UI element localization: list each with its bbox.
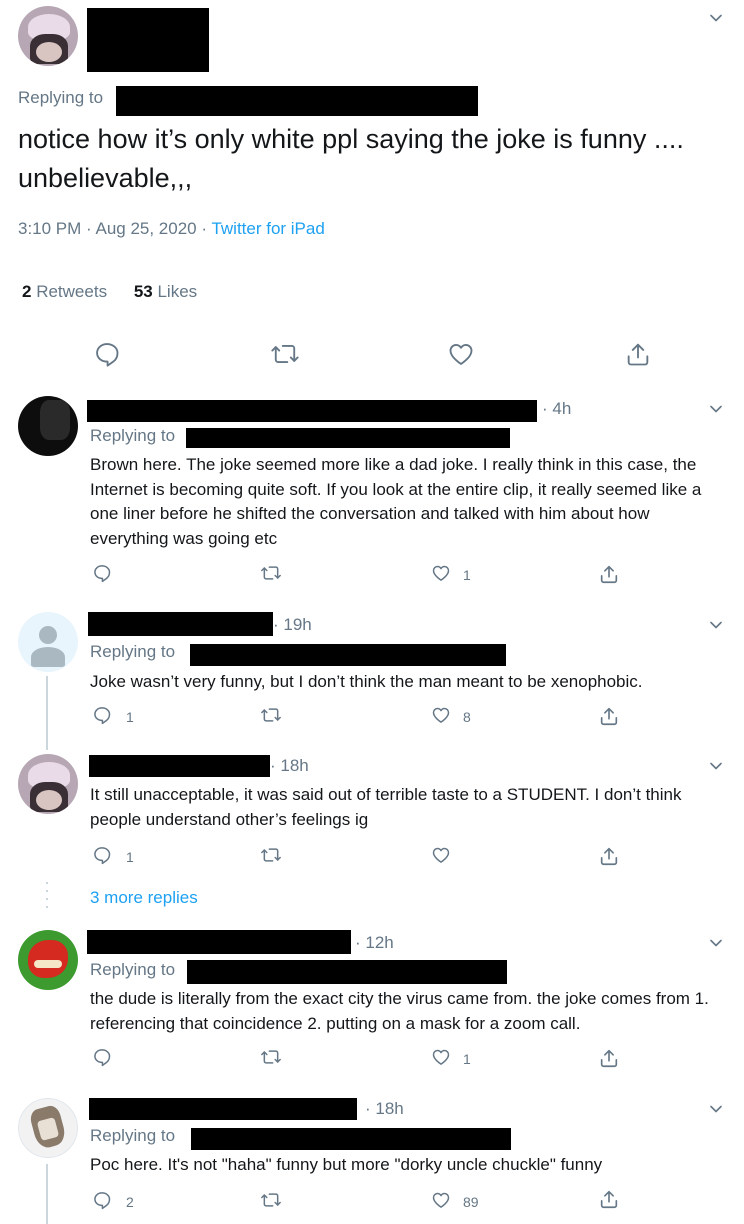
username-redacted[interactable]	[89, 755, 270, 777]
retweet-icon[interactable]	[260, 705, 282, 725]
replying-to-label: Replying to	[90, 426, 176, 445]
more-replies-link[interactable]: 3 more replies	[90, 888, 198, 908]
tweet-text: notice how it’s only white ppl saying th…	[18, 124, 684, 193]
reply-icon[interactable]	[93, 340, 121, 368]
like-count: 8	[463, 709, 471, 725]
chevron-down-icon[interactable]	[708, 758, 724, 774]
retweet-icon[interactable]	[260, 1190, 282, 1210]
like-icon[interactable]	[430, 705, 452, 725]
thread-line	[46, 676, 48, 750]
replying-to-redacted[interactable]	[190, 644, 506, 666]
retweet-icon[interactable]	[260, 563, 282, 583]
like-icon[interactable]	[430, 563, 452, 583]
reply-icon[interactable]	[92, 563, 112, 583]
replying-to-redacted[interactable]	[186, 428, 510, 448]
tweet-meta: 3:10 PM · Aug 25, 2020 · Twitter for iPa…	[18, 219, 325, 239]
reply-text: It still unacceptable, it was said out o…	[90, 785, 682, 829]
reply-time[interactable]: · 18h	[270, 756, 309, 776]
tweet-timestamp[interactable]: 3:10 PM · Aug 25, 2020 ·	[18, 219, 211, 238]
username-redacted[interactable]	[87, 400, 537, 422]
avatar[interactable]	[18, 612, 78, 672]
avatar[interactable]	[18, 396, 78, 456]
retweet-icon[interactable]	[270, 340, 300, 368]
username-redacted[interactable]	[89, 1098, 357, 1120]
share-icon[interactable]	[598, 563, 620, 585]
share-icon[interactable]	[624, 340, 652, 368]
reply-time[interactable]: · 12h	[355, 933, 394, 953]
tweet-stats: 2 Retweets 53 Likes	[22, 282, 197, 302]
share-icon[interactable]	[598, 705, 620, 727]
reply-time[interactable]: · 18h	[365, 1099, 404, 1119]
likes-stat[interactable]: 53 Likes	[134, 282, 197, 301]
replying-to-label: Replying to	[90, 1126, 176, 1145]
share-icon[interactable]	[598, 1188, 620, 1210]
avatar[interactable]	[18, 930, 78, 990]
replying-to-label: Replying to	[90, 960, 176, 979]
thread-dots	[46, 882, 48, 912]
retweet-icon[interactable]	[260, 1047, 282, 1067]
reply-icon[interactable]	[92, 705, 112, 725]
reply-text: Joke wasn’t very funny, but I don’t thin…	[90, 672, 643, 691]
like-icon[interactable]	[430, 845, 452, 865]
share-icon[interactable]	[598, 845, 620, 867]
thread-line	[46, 1164, 48, 1224]
reply-icon[interactable]	[92, 1190, 112, 1210]
replying-to-redacted[interactable]	[191, 1128, 511, 1150]
chevron-down-icon[interactable]	[708, 401, 724, 417]
like-icon[interactable]	[430, 1190, 452, 1210]
username-redacted[interactable]	[87, 8, 209, 72]
like-icon[interactable]	[430, 1047, 452, 1067]
reply-count: 1	[126, 709, 134, 725]
reply-time[interactable]: · 4h	[542, 399, 571, 419]
replying-to-label: Replying to	[18, 88, 104, 107]
tweet-source[interactable]: Twitter for iPad	[211, 219, 324, 238]
avatar[interactable]	[18, 6, 78, 66]
chevron-down-icon[interactable]	[708, 935, 724, 951]
chevron-down-icon[interactable]	[708, 1101, 724, 1117]
avatar[interactable]	[18, 1098, 78, 1158]
username-redacted[interactable]	[87, 930, 351, 954]
avatar[interactable]	[18, 754, 78, 814]
retweets-stat[interactable]: 2 Retweets	[22, 282, 107, 301]
like-count: 1	[463, 1051, 471, 1067]
like-count: 1	[463, 567, 471, 583]
reply-count: 1	[126, 849, 134, 865]
retweet-icon[interactable]	[260, 845, 282, 865]
share-icon[interactable]	[598, 1047, 620, 1069]
like-icon[interactable]	[447, 340, 475, 368]
chevron-down-icon[interactable]	[708, 10, 724, 26]
reply-text: Brown here. The joke seemed more like a …	[90, 455, 702, 548]
reply-count: 2	[126, 1194, 134, 1210]
chevron-down-icon[interactable]	[708, 617, 724, 633]
reply-icon[interactable]	[92, 1047, 112, 1067]
replying-to-label: Replying to	[90, 642, 176, 661]
reply-text: Poc here. It's not "haha" funny but more…	[90, 1155, 603, 1174]
reply-icon[interactable]	[92, 845, 112, 865]
replying-to-redacted[interactable]	[116, 86, 478, 116]
like-count: 89	[463, 1194, 479, 1210]
username-redacted[interactable]	[88, 612, 273, 636]
reply-text: the dude is literally from the exact cit…	[90, 989, 709, 1033]
reply-time[interactable]: · 19h	[273, 615, 312, 635]
replying-to-redacted[interactable]	[187, 960, 507, 984]
